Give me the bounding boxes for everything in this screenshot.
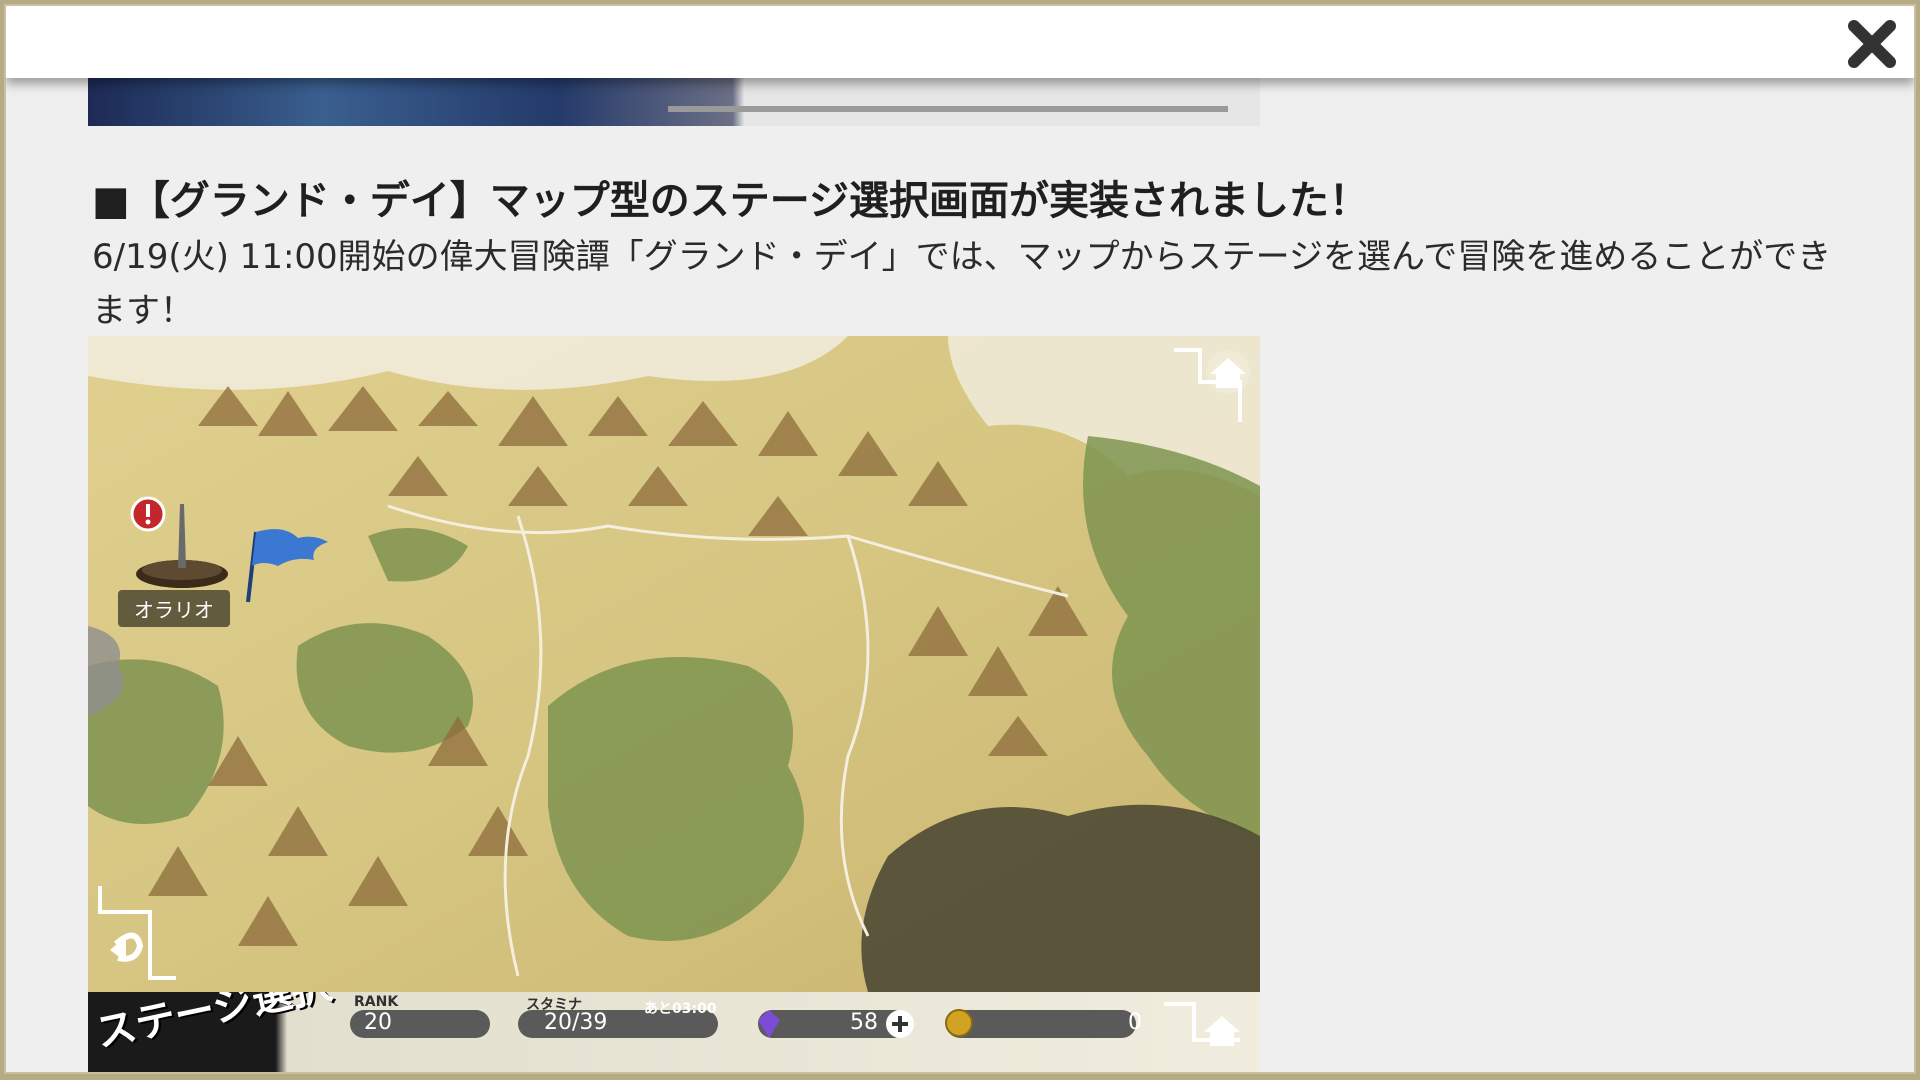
coin-icon xyxy=(945,1009,973,1037)
close-icon[interactable] xyxy=(1844,16,1900,72)
gem-value: 58 xyxy=(850,1010,878,1035)
map-screenshot: オラリオ xyxy=(88,336,1260,992)
modal-content: ■【グランド・デイ】マップ型のステージ選択画面が実装されました！ 6/19(火)… xyxy=(6,78,1914,1072)
rank-label: RANK xyxy=(354,994,399,1010)
previous-banner-image xyxy=(88,78,1260,126)
home-icon[interactable] xyxy=(1160,1000,1250,1072)
stamina-value: 20/39 xyxy=(544,1010,608,1035)
stage-select-title: ステージ選択 xyxy=(92,992,336,1057)
banner-divider xyxy=(668,106,1228,112)
section-paragraph: 6/19(火) 11:00開始の偉大冒険譚「グランド・デイ」では、マップからステ… xyxy=(92,237,1832,331)
add-gem-icon[interactable] xyxy=(884,1008,916,1040)
coin-value: 0 xyxy=(1128,1010,1142,1035)
flag-icon[interactable] xyxy=(244,526,334,606)
rank-value: 20 xyxy=(364,1010,392,1035)
town-orario-icon[interactable] xyxy=(134,504,234,594)
return-icon[interactable] xyxy=(96,882,186,982)
gem-icon xyxy=(758,1010,780,1038)
coin-bar xyxy=(946,1010,1136,1038)
town-label: オラリオ xyxy=(118,590,230,627)
stamina-timer: あと03:00 xyxy=(644,1001,717,1017)
section-heading: ■【グランド・デイ】マップ型のステージ選択画面が実装されました！ xyxy=(92,178,1369,224)
modal-frame: ■【グランド・デイ】マップ型のステージ選択画面が実装されました！ 6/19(火)… xyxy=(4,4,1916,1074)
map-terrain xyxy=(88,336,1260,992)
home-icon[interactable] xyxy=(1170,346,1250,426)
hud-bar: ステージ選択 RANK 20 スタミナ 20/39 あと03:00 58 0 xyxy=(88,992,1260,1072)
modal-header xyxy=(6,6,1914,78)
